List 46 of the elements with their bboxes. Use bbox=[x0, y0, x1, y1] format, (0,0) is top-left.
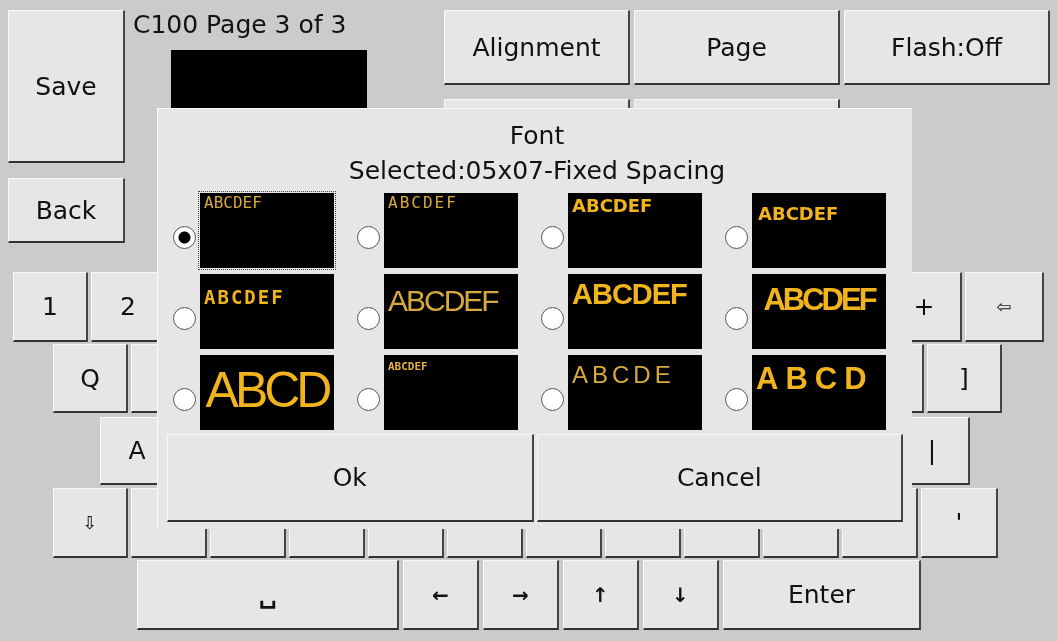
keyboard-key[interactable]: ] bbox=[927, 344, 1002, 413]
font-preview[interactable]: ABCDEF bbox=[384, 355, 518, 430]
font-preview[interactable]: ABCDEF bbox=[568, 274, 702, 349]
keyboard-key[interactable]: ⇩ bbox=[53, 488, 128, 558]
radio-button[interactable] bbox=[725, 388, 748, 411]
radio-button[interactable] bbox=[357, 307, 380, 330]
font-preview[interactable]: ABCD bbox=[752, 355, 886, 430]
radio-button[interactable] bbox=[173, 226, 196, 249]
font-preview[interactable]: ABCD bbox=[200, 355, 334, 430]
keyboard-key[interactable]: ↑ bbox=[563, 560, 639, 630]
font-preview[interactable]: ABCDEF bbox=[200, 193, 334, 268]
font-preview[interactable]: ABCDEF bbox=[384, 274, 518, 349]
keyboard-key[interactable]: Q bbox=[53, 344, 128, 413]
font-preview[interactable]: ABCDEF bbox=[384, 193, 518, 268]
radio-button[interactable] bbox=[541, 388, 564, 411]
radio-button[interactable] bbox=[173, 307, 196, 330]
font-preview[interactable]: ABCDEF bbox=[568, 193, 702, 268]
selected-font-label: Selected:05x07-Fixed Spacing bbox=[348, 155, 726, 187]
dialog-title: Font bbox=[509, 120, 565, 152]
keyboard-key[interactable]: ␣ bbox=[137, 560, 399, 630]
toolbar-button[interactable]: Alignment bbox=[444, 10, 630, 85]
font-preview[interactable]: ABCDEF bbox=[200, 274, 334, 349]
font-preview[interactable]: ABCDE bbox=[568, 355, 702, 430]
keyboard-key[interactable]: ← bbox=[403, 560, 479, 630]
radio-button[interactable] bbox=[173, 388, 196, 411]
font-preview[interactable]: ABCDEF bbox=[752, 274, 886, 349]
radio-button[interactable] bbox=[357, 226, 380, 249]
keyboard-key[interactable]: ⇦ bbox=[965, 272, 1044, 342]
keyboard-key[interactable]: 1 bbox=[13, 272, 88, 342]
save-button[interactable]: Save bbox=[8, 10, 125, 163]
keyboard-key[interactable]: ' bbox=[921, 488, 998, 558]
radio-button[interactable] bbox=[357, 388, 380, 411]
toolbar-button[interactable]: Flash:Off bbox=[844, 10, 1050, 85]
dialog-button[interactable]: Ok bbox=[167, 434, 534, 522]
radio-button[interactable] bbox=[725, 307, 748, 330]
toolbar-button[interactable]: Page bbox=[634, 10, 840, 85]
keyboard-key[interactable]: ↓ bbox=[643, 560, 719, 630]
radio-button[interactable] bbox=[725, 226, 748, 249]
keyboard-key[interactable]: Enter bbox=[723, 560, 921, 630]
keyboard-key[interactable]: → bbox=[483, 560, 559, 630]
radio-button[interactable] bbox=[541, 307, 564, 330]
font-preview[interactable]: ABCDEF bbox=[752, 193, 886, 268]
radio-button[interactable] bbox=[541, 226, 564, 249]
back-button[interactable]: Back bbox=[8, 178, 125, 243]
page-title: C100 Page 3 of 3 bbox=[133, 10, 348, 40]
dialog-button[interactable]: Cancel bbox=[536, 434, 903, 522]
